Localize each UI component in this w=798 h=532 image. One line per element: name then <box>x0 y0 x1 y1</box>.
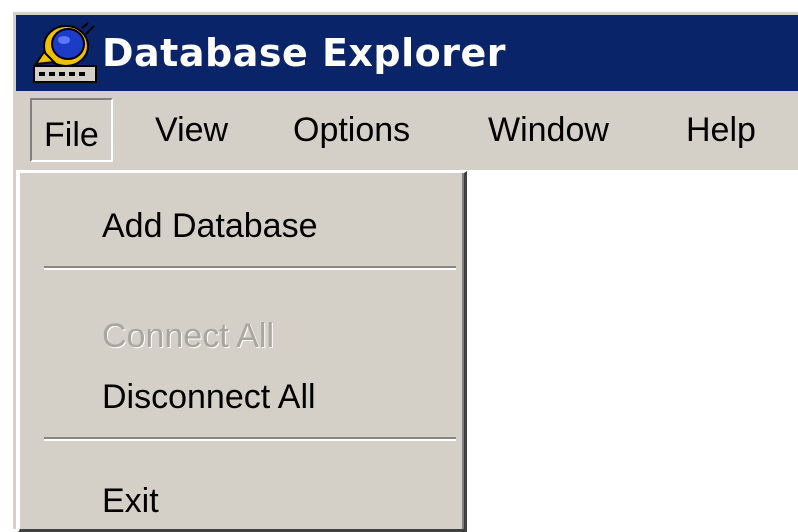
menu-options[interactable]: Options <box>281 98 422 162</box>
menu-window[interactable]: Window <box>476 98 621 162</box>
file-menu-dropdown: Add Database Connect All Disconnect All … <box>18 171 467 532</box>
app-window: Database Explorer File View Options Wind… <box>13 12 798 532</box>
menu-file[interactable]: File <box>30 98 113 162</box>
menu-separator <box>44 437 456 441</box>
menu-help[interactable]: Help <box>674 98 768 162</box>
menu-separator <box>44 266 456 270</box>
menu-item-exit[interactable]: Exit <box>20 472 460 530</box>
database-app-icon <box>32 22 98 84</box>
menu-view[interactable]: View <box>143 98 240 162</box>
title-bar[interactable]: Database Explorer <box>16 15 798 91</box>
menu-item-add-database[interactable]: Add Database <box>20 197 460 255</box>
window-title: Database Explorer <box>102 31 507 75</box>
menu-bar: File View Options Window Help <box>16 91 798 170</box>
menu-item-disconnect-all[interactable]: Disconnect All <box>20 368 460 426</box>
menu-item-connect-all: Connect All <box>102 317 274 355</box>
